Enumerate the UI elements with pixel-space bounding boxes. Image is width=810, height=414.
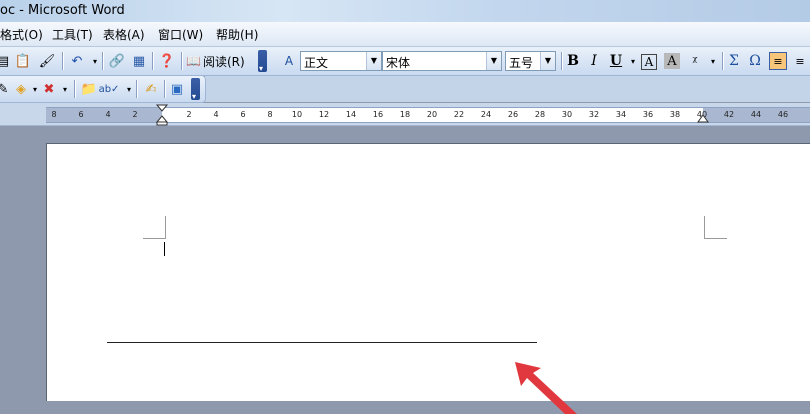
menu-help[interactable]: 帮助(H) bbox=[216, 26, 258, 43]
character-border-icon[interactable]: A bbox=[641, 54, 657, 70]
toolbar-options-grip[interactable] bbox=[191, 78, 200, 101]
ruler-strip: 8 6 4 2 2 4 6 8 10 12 14 16 18 20 22 24 … bbox=[46, 104, 810, 126]
ruler-tick-label: 8 bbox=[267, 110, 273, 119]
margin-corner-top-right bbox=[704, 216, 727, 239]
window-title: oc - Microsoft Word bbox=[0, 3, 125, 18]
menu-table[interactable]: 表格(A) bbox=[103, 26, 145, 43]
read-label: 阅读(R) bbox=[202, 54, 245, 69]
ruler-tick-label: 4 bbox=[213, 110, 219, 119]
ruler-tick-label: 18 bbox=[399, 110, 411, 119]
ruler-tick-label: 34 bbox=[615, 110, 627, 119]
ruler-tick-label: 22 bbox=[453, 110, 465, 119]
document-page[interactable] bbox=[46, 143, 810, 414]
font-size-value: 五号 bbox=[509, 56, 534, 70]
read-button[interactable]: 📖 阅读(R) bbox=[186, 52, 245, 70]
character-shading-icon[interactable]: A bbox=[664, 53, 680, 69]
track-changes-icon[interactable]: ✍ bbox=[142, 80, 160, 98]
character-scaling-icon[interactable]: ᵡ bbox=[686, 52, 704, 70]
table-icon[interactable]: ▦ bbox=[130, 52, 148, 70]
ruler-tick-label: 46 bbox=[777, 110, 789, 119]
title-bar: oc - Microsoft Word bbox=[0, 0, 810, 22]
ruler-tick-label: 12 bbox=[318, 110, 330, 119]
ruler-tick-label: 2 bbox=[186, 110, 192, 119]
sum-button[interactable]: Σ bbox=[725, 52, 743, 70]
ruler-tick-label: 8 bbox=[51, 110, 57, 119]
toolbar-options-grip[interactable] bbox=[258, 50, 267, 73]
standard-formatting-toolbar: ▤ 📋 🖌 ↶ ▾ 🔗 ▦ ❓ 📖 阅读(R) A 正文 ▼ 宋体 ▼ 五号 ▼… bbox=[0, 47, 810, 76]
symbol-button[interactable]: Ω bbox=[746, 52, 764, 70]
indent-marker[interactable] bbox=[156, 104, 168, 126]
toolbar-background bbox=[205, 76, 810, 102]
horizontal-line bbox=[107, 342, 537, 343]
bold-button[interactable]: B bbox=[564, 52, 582, 70]
ruler-tick-label: 6 bbox=[240, 110, 246, 119]
style-value: 正文 bbox=[304, 56, 329, 70]
menu-format[interactable]: 格式(O) bbox=[0, 26, 43, 43]
chevron-down-icon[interactable]: ▼ bbox=[366, 52, 381, 70]
ruler-tick-label: 38 bbox=[669, 110, 681, 119]
ruler-tick-label: 28 bbox=[534, 110, 546, 119]
ruler-tick-label: 24 bbox=[480, 110, 492, 119]
align-justify-icon[interactable]: ≡ bbox=[769, 52, 787, 70]
copy-icon[interactable]: ▤ bbox=[0, 52, 12, 70]
menu-window[interactable]: 窗口(W) bbox=[158, 26, 203, 43]
horizontal-ruler[interactable]: 8 6 4 2 2 4 6 8 10 12 14 16 18 20 22 24 … bbox=[0, 103, 810, 126]
hyperlink-icon[interactable]: 🔗 bbox=[108, 52, 126, 70]
ruler-tick-label: 44 bbox=[750, 110, 762, 119]
chevron-down-icon[interactable]: ▼ bbox=[540, 52, 555, 70]
ruler-tick-label: 20 bbox=[426, 110, 438, 119]
underline-dropdown-icon[interactable]: ▾ bbox=[624, 52, 642, 70]
styles-pane-icon[interactable]: A bbox=[280, 52, 298, 70]
underline-button[interactable]: U bbox=[607, 52, 625, 70]
font-size-combo[interactable]: 五号 ▼ bbox=[505, 51, 556, 71]
help-icon[interactable]: ❓ bbox=[158, 52, 176, 70]
ruler-tick-label: 4 bbox=[105, 110, 111, 119]
font-combo[interactable]: 宋体 ▼ bbox=[382, 51, 502, 71]
spelling-icon[interactable]: ab✓ bbox=[99, 80, 120, 98]
margin-corner-top-left bbox=[143, 216, 166, 239]
text-cursor bbox=[164, 242, 165, 256]
red-arrow-icon bbox=[515, 362, 577, 414]
format-painter-icon[interactable]: 🖌 bbox=[38, 52, 56, 70]
undo-icon[interactable]: ↶ bbox=[68, 52, 86, 70]
scaling-dropdown-icon[interactable]: ▾ bbox=[704, 52, 722, 70]
menu-bar: 格式(O) 工具(T) 表格(A) 窗口(W) 帮助(H) bbox=[0, 22, 810, 47]
folder-icon[interactable]: 📁 bbox=[80, 80, 98, 98]
highlight-icon[interactable]: ✎ bbox=[0, 80, 12, 98]
style-combo[interactable]: 正文 ▼ bbox=[300, 51, 382, 71]
drawing-toolbar: ✎ ◈ ▾ ✖ ▾ 📁 ab✓ ▾ ✍ ▣ bbox=[0, 76, 206, 103]
clear-dropdown-icon[interactable]: ▾ bbox=[56, 80, 74, 98]
font-value: 宋体 bbox=[386, 56, 411, 70]
ruler-tick-label: 2 bbox=[132, 110, 138, 119]
align-distributed-icon[interactable]: ≡ bbox=[791, 52, 809, 70]
italic-button[interactable]: I bbox=[585, 52, 603, 70]
right-indent-marker[interactable] bbox=[697, 113, 709, 123]
ruler-tick-label: 26 bbox=[507, 110, 519, 119]
ruler-tick-label: 10 bbox=[291, 110, 303, 119]
menu-tools[interactable]: 工具(T) bbox=[52, 26, 93, 43]
document-map-icon[interactable]: ▣ bbox=[168, 80, 186, 98]
ruler-tick-label: 32 bbox=[588, 110, 600, 119]
ruler-tick-label: 36 bbox=[642, 110, 654, 119]
chevron-down-icon[interactable]: ▼ bbox=[486, 52, 501, 70]
ruler-tick-label: 42 bbox=[723, 110, 735, 119]
ruler-tick-label: 6 bbox=[78, 110, 84, 119]
ruler-tick-label: 30 bbox=[561, 110, 573, 119]
ruler-tick-label: 16 bbox=[372, 110, 384, 119]
paste-icon[interactable]: 📋 bbox=[14, 52, 32, 70]
ruler-tick-label: 14 bbox=[345, 110, 357, 119]
book-icon: 📖 bbox=[186, 54, 201, 68]
